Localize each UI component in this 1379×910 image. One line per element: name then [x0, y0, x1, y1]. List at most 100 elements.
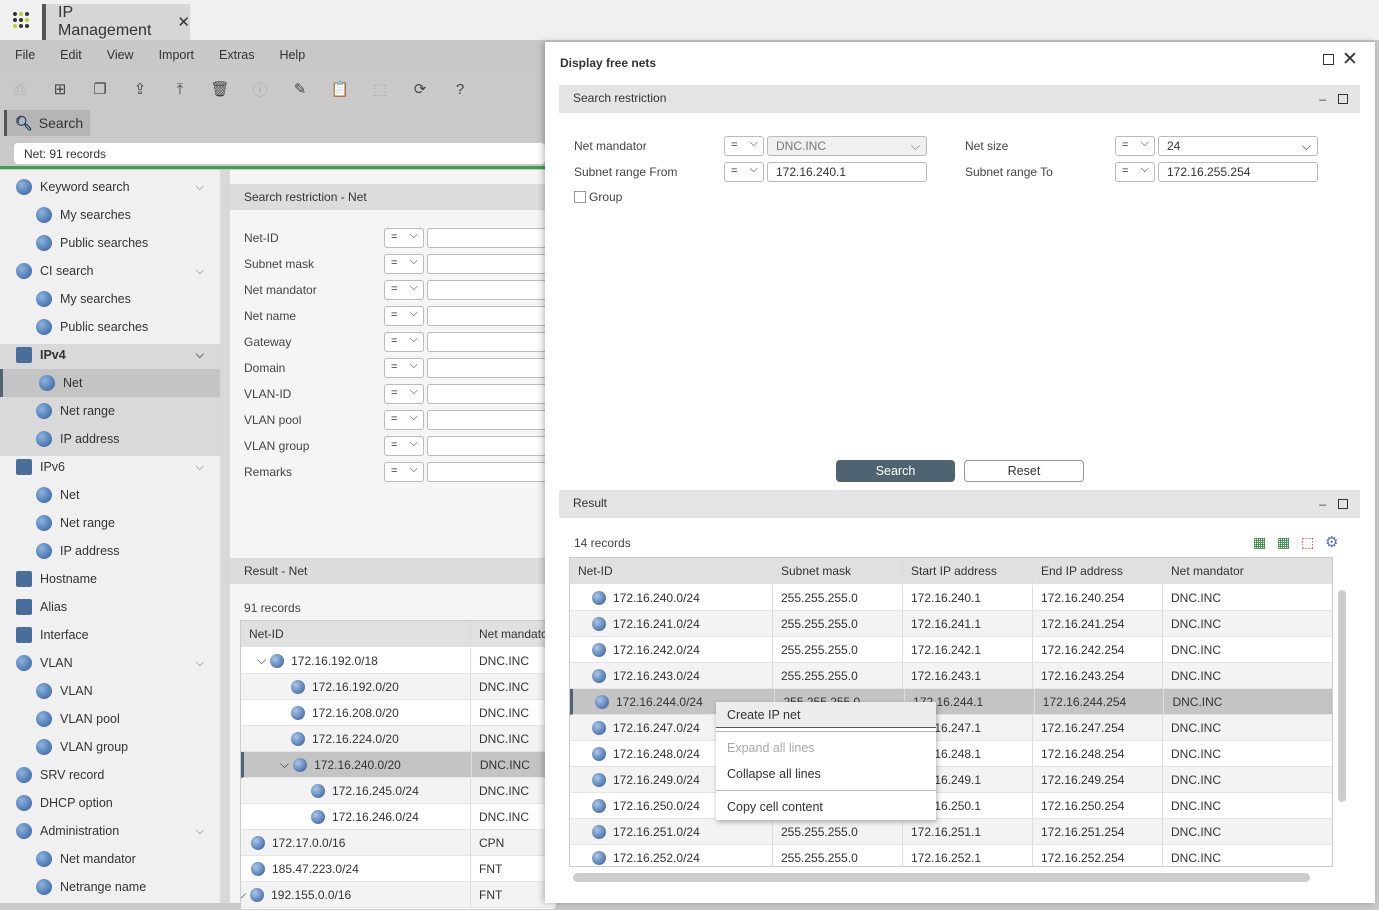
delete-icon[interactable]: 🗑 — [200, 80, 240, 98]
chevron-down-icon[interactable]: ⌵ — [241, 887, 246, 902]
field-input[interactable] — [427, 384, 557, 404]
search-button[interactable]: Search — [836, 460, 955, 482]
table-row[interactable]: 172.16.249.0/24255.255.255.0172.16.249.1… — [570, 766, 1332, 793]
sidebar-item-vlan[interactable]: VLAN ⌵ — [0, 649, 220, 677]
column-header[interactable]: Subnet mask — [773, 558, 903, 584]
sidebar-item-dhcp-option[interactable]: DHCP option — [0, 789, 220, 817]
export-icon[interactable]: ⇪ — [120, 80, 160, 98]
table-row[interactable]: 172.16.246.0/24 DNC.INC — [241, 803, 556, 830]
settings-icon[interactable]: ⚙ — [1325, 533, 1338, 551]
operator-select[interactable]: = — [384, 254, 424, 274]
field-input[interactable] — [427, 254, 557, 274]
sidebar-item-vlan-pool[interactable]: VLAN pool — [0, 705, 220, 733]
copy-icon[interactable]: ❐ — [80, 80, 120, 98]
menu-view[interactable]: View — [107, 48, 134, 62]
table-row[interactable]: 172.16.250.0/24255.255.255.0172.16.250.1… — [570, 792, 1332, 819]
close-icon[interactable]: ✕ — [1342, 50, 1358, 69]
table-row[interactable]: 172.16.224.0/20 DNC.INC — [241, 725, 556, 752]
sidebar-item-vlan-group[interactable]: VLAN group — [0, 733, 220, 761]
table-row[interactable]: 172.16.244.0/24255.255.255.0172.16.244.1… — [570, 688, 1332, 715]
table-row[interactable]: 172.16.243.0/24 255.255.255.0 172.16.243.1… — [570, 662, 1332, 689]
operator-select[interactable]: = — [384, 332, 424, 352]
minimize-icon[interactable]: _ — [1319, 492, 1326, 506]
table-row[interactable]: 172.16.248.0/24255.255.255.0172.16.248.1… — [570, 740, 1332, 767]
chevron-down-icon[interactable]: ⌵ — [257, 653, 266, 668]
column-header[interactable]: Start IP address — [903, 558, 1033, 584]
sidebar-item-my-searches[interactable]: My searches — [0, 201, 220, 229]
table-row[interactable]: 185.47.223.0/24 FNT — [241, 855, 556, 882]
field-input[interactable] — [427, 462, 557, 482]
select-icon[interactable]: ⬚ — [360, 80, 400, 98]
sidebar-item-hostname[interactable]: Hostname — [0, 565, 220, 593]
menu-extras[interactable]: Extras — [219, 48, 254, 62]
range-to-operator[interactable]: = — [1115, 162, 1155, 182]
new-icon[interactable]: ⊞ — [40, 80, 80, 98]
operator-select[interactable]: = — [384, 358, 424, 378]
table-row[interactable]: 172.16.242.0/24 255.255.255.0 172.16.242.1… — [570, 636, 1332, 663]
horizontal-scrollbar[interactable] — [573, 873, 1310, 882]
reset-button[interactable]: Reset — [964, 460, 1084, 482]
table-row[interactable]: 172.16.252.0/24 255.255.255.0 172.16.252.1… — [570, 844, 1332, 866]
sidebar-item-net-range[interactable]: Net range — [0, 509, 220, 537]
sidebar-item-public-searches[interactable]: Public searches — [0, 313, 220, 341]
menu-edit[interactable]: Edit — [60, 48, 82, 62]
info-icon[interactable]: ⓘ — [240, 79, 280, 100]
sidebar-item-ip-address[interactable]: IP address — [0, 537, 220, 565]
table-row[interactable]: 172.16.192.0/20 DNC.INC — [241, 673, 556, 700]
menu-file[interactable]: File — [15, 48, 35, 62]
context-menu-create-ip-net[interactable]: Create IP net — [716, 702, 936, 728]
tab-ip-management[interactable]: IP Management ✕ — [42, 4, 190, 40]
context-menu-collapse-all-lines[interactable]: Collapse all lines — [716, 761, 936, 787]
context-menu-copy-cell-content[interactable]: Copy cell content — [716, 794, 936, 820]
net-size-select[interactable]: 24 ⌵ — [1158, 136, 1318, 156]
range-from-input[interactable]: 172.16.240.1 — [767, 162, 927, 182]
field-input[interactable] — [427, 228, 557, 248]
chevron-down-icon[interactable]: ⌵ — [196, 461, 204, 474]
maximize-icon[interactable] — [1338, 94, 1348, 104]
table-row[interactable]: ⌵ 172.16.192.0/18 DNC.INC — [241, 647, 556, 674]
table-row[interactable]: 172.16.241.0/24 255.255.255.0 172.16.241.1… — [570, 610, 1332, 637]
minimize-icon[interactable]: _ — [1319, 87, 1326, 101]
vertical-scrollbar[interactable] — [1338, 590, 1346, 802]
sidebar-item-net-mandator[interactable]: Net mandator — [0, 845, 220, 873]
field-input[interactable] — [427, 280, 557, 300]
operator-select[interactable]: = — [384, 384, 424, 404]
menu-help[interactable]: Help — [279, 48, 305, 62]
operator-select[interactable]: = — [384, 462, 424, 482]
sidebar-item-ipv4[interactable]: IPv4 ⌵ — [0, 341, 220, 369]
sidebar-item-keyword-search[interactable]: Keyword search ⌵ — [0, 173, 220, 201]
sidebar-item-alias[interactable]: Alias — [0, 593, 220, 621]
column-header[interactable]: Net-ID — [570, 558, 773, 584]
range-from-operator[interactable]: = — [724, 162, 764, 182]
table-row[interactable]: ⌵ 192.155.0.0/16 FNT — [241, 881, 556, 908]
sidebar-item-interface[interactable]: Interface — [0, 621, 220, 649]
sidebar-item-netrange-name[interactable]: Netrange name — [0, 873, 220, 901]
operator-select[interactable]: = — [384, 436, 424, 456]
maximize-icon[interactable] — [1323, 54, 1334, 65]
sidebar-item-administration[interactable]: Administration ⌵ — [0, 817, 220, 845]
sidebar-item-net[interactable]: Net — [0, 369, 220, 397]
net-mandator-operator[interactable]: = — [724, 136, 764, 156]
column-header[interactable]: Net mandato — [471, 620, 556, 647]
clipboard-icon[interactable]: 📋 — [320, 80, 360, 98]
sidebar-item-ipv6[interactable]: IPv6 ⌵ — [0, 453, 220, 481]
table-row[interactable]: 172.16.251.0/24 255.255.255.0 172.16.251.1… — [570, 818, 1332, 845]
table-row[interactable]: 172.16.240.0/24 255.255.255.0 172.16.240.1… — [570, 584, 1332, 611]
maximize-icon[interactable] — [1338, 499, 1348, 509]
csv-export-icon[interactable]: ▦ — [1277, 534, 1290, 551]
field-input[interactable] — [427, 410, 557, 430]
field-input[interactable] — [427, 358, 557, 378]
operator-select[interactable]: = — [384, 280, 424, 300]
field-input[interactable] — [427, 332, 557, 352]
menu-import[interactable]: Import — [159, 48, 194, 62]
chevron-down-icon[interactable]: ⌵ — [196, 825, 204, 838]
sidebar-item-ci-search[interactable]: CI search ⌵ — [0, 257, 220, 285]
chevron-down-icon[interactable]: ⌵ — [196, 349, 204, 362]
table-row[interactable]: 172.16.208.0/20 DNC.INC — [241, 699, 556, 726]
sidebar-item-net[interactable]: Net — [0, 481, 220, 509]
net-mandator-select[interactable]: DNC.INC ⌵ — [767, 136, 927, 156]
print-icon[interactable]: ⎙ — [0, 81, 40, 98]
close-icon[interactable]: ✕ — [177, 13, 190, 31]
sidebar-item-net-range[interactable]: Net range — [0, 397, 220, 425]
table-row[interactable]: ⌵ 172.16.240.0/20 DNC.INC — [241, 751, 556, 778]
